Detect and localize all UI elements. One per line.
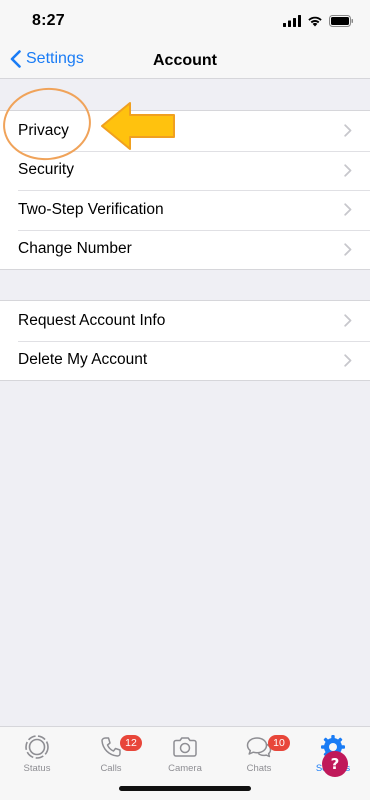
annotation-arrow-icon	[101, 102, 175, 150]
chevron-right-icon	[344, 163, 352, 177]
signal-icon	[283, 14, 301, 32]
calls-badge: 12	[120, 735, 142, 751]
settings-group-data: Request Account Info Delete My Account	[0, 300, 370, 381]
home-indicator	[119, 786, 251, 791]
tab-calls[interactable]: Calls 12	[74, 733, 148, 774]
tab-label: Status	[23, 763, 51, 774]
status-icon	[25, 735, 49, 759]
row-label: Security	[18, 161, 74, 179]
tab-camera[interactable]: Camera	[148, 733, 222, 774]
chats-badge: 10	[268, 735, 290, 751]
row-request-account-info[interactable]: Request Account Info	[0, 301, 370, 341]
row-two-step-verification[interactable]: Two-Step Verification	[0, 190, 370, 230]
camera-icon	[173, 737, 197, 757]
tab-label: Camera	[168, 763, 202, 774]
row-label: Request Account Info	[18, 311, 166, 329]
status-icons	[283, 14, 354, 32]
row-change-number[interactable]: Change Number	[0, 229, 370, 270]
tab-label: Calls	[100, 763, 122, 774]
row-label: Change Number	[18, 240, 132, 258]
row-delete-my-account[interactable]: Delete My Account	[0, 340, 370, 381]
row-label: Delete My Account	[18, 351, 148, 369]
wifi-icon	[307, 14, 323, 32]
chevron-right-icon	[344, 242, 352, 256]
watermark-logo: ?	[322, 751, 348, 777]
phone-icon	[101, 737, 121, 757]
tab-chats[interactable]: Chats 10	[222, 733, 296, 774]
chevron-right-icon	[344, 124, 352, 137]
tab-status[interactable]: Status	[0, 733, 74, 774]
tab-label: Chats	[246, 763, 272, 774]
page-title: Account	[153, 52, 217, 69]
battery-icon	[329, 14, 354, 32]
nav-bar: Settings Account	[0, 44, 370, 79]
chevron-right-icon	[344, 314, 352, 327]
status-bar: 8:27	[0, 0, 370, 44]
chevron-right-icon	[344, 203, 352, 216]
row-label: Two-Step Verification	[18, 200, 164, 218]
chevron-right-icon	[344, 353, 352, 367]
status-time: 8:27	[32, 12, 65, 29]
